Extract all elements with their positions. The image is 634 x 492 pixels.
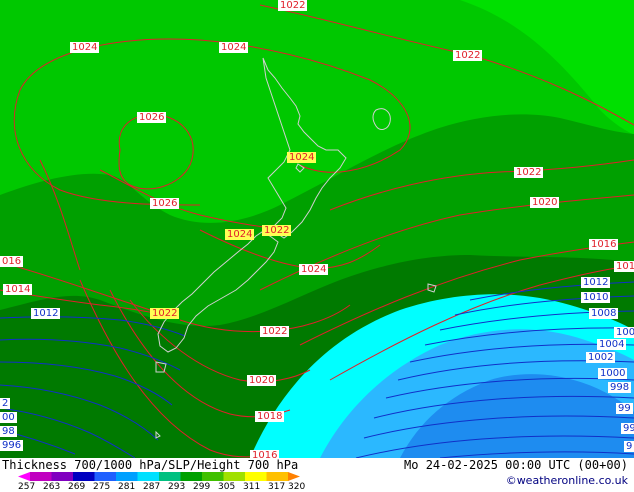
legend-swatch [94, 472, 117, 481]
legend-tick: 293 [168, 482, 186, 492]
legend-swatch [245, 472, 267, 481]
isobar-label: 016 [0, 256, 24, 267]
isobar-label: 100 [614, 327, 634, 338]
credit-text: ©weatheronline.co.uk [505, 474, 628, 487]
isobar-label: 1012 [581, 277, 611, 288]
isobar-label: 1010 [581, 292, 611, 303]
legend-swatch [30, 472, 52, 481]
map-canvas [0, 0, 634, 458]
legend-tick: 299 [193, 482, 211, 492]
legend-swatch [223, 472, 246, 481]
isobar-label: 1016 [250, 450, 280, 458]
legend-tick: 263 [43, 482, 61, 492]
thickness-color-legend [18, 472, 300, 481]
legend-swatch [266, 472, 289, 481]
isobar-label: 1008 [589, 308, 619, 319]
isobar-label: 1024 [287, 152, 317, 163]
weather-map: 1022 1024 1024 1022 1026 1024 1026 1022 … [0, 0, 634, 458]
legend-swatch [288, 472, 300, 481]
legend-tick: 287 [143, 482, 161, 492]
legend-tick: 317 [268, 482, 286, 492]
legend-swatch [73, 472, 95, 481]
legend-tick: 269 [68, 482, 86, 492]
isobar-label: 1000 [598, 368, 628, 379]
isobar-label: 1012 [31, 308, 61, 319]
isobar-label: 00 [0, 412, 17, 423]
isobar-label: 1022 [278, 0, 308, 11]
isobar-label: 1024 [299, 264, 329, 275]
legend-tick: 320 [288, 482, 306, 492]
isobar-label: 1022 [150, 308, 180, 319]
isobar-label: 1022 [260, 326, 290, 337]
isobar-label: 1018 [255, 411, 285, 422]
isobar-label: 998 [608, 382, 632, 393]
legend-tick: 281 [118, 482, 136, 492]
map-title: Thickness 700/1000 hPa/SLP/Height 700 hP… [2, 458, 299, 472]
legend-swatch [202, 472, 224, 481]
legend-tick: 311 [243, 482, 261, 492]
isobar-label: 101 [614, 261, 634, 272]
legend-tick: 275 [93, 482, 111, 492]
isobar-label: 1004 [597, 339, 627, 350]
isobar-label: 1024 [219, 42, 249, 53]
isobar-label: 1020 [247, 375, 277, 386]
isobar-label: 1022 [262, 225, 292, 236]
legend-tick: 257 [18, 482, 36, 492]
legend-swatch [137, 472, 160, 481]
legend-swatch [116, 472, 138, 481]
isobar-label: 1026 [137, 112, 167, 123]
isobar-label: 1024 [70, 42, 100, 53]
legend-tick: 305 [218, 482, 236, 492]
isobar-label: 1024 [225, 229, 255, 240]
isobar-label: 99 [621, 423, 634, 434]
map-footer: Thickness 700/1000 hPa/SLP/Height 700 hP… [0, 458, 634, 492]
isobar-label: 996 [0, 440, 24, 451]
isobar-label: 1026 [150, 198, 180, 209]
isobar-label: 1020 [530, 197, 560, 208]
isobar-label: 1014 [3, 284, 33, 295]
isobar-label: 1016 [589, 239, 619, 250]
isobar-label: 9 [624, 441, 634, 452]
legend-swatch [51, 472, 74, 481]
legend-swatch [180, 472, 203, 481]
isobar-label: 1022 [453, 50, 483, 61]
valid-time: Mo 24-02-2025 00:00 UTC (00+00) [404, 458, 628, 472]
legend-swatch [18, 472, 30, 481]
isobar-label: 1002 [586, 352, 616, 363]
isobar-label: 2 [0, 398, 11, 409]
legend-swatch [159, 472, 181, 481]
isobar-label: 1022 [514, 167, 544, 178]
isobar-label: 98 [0, 426, 17, 437]
isobar-label: 99 [616, 403, 633, 414]
